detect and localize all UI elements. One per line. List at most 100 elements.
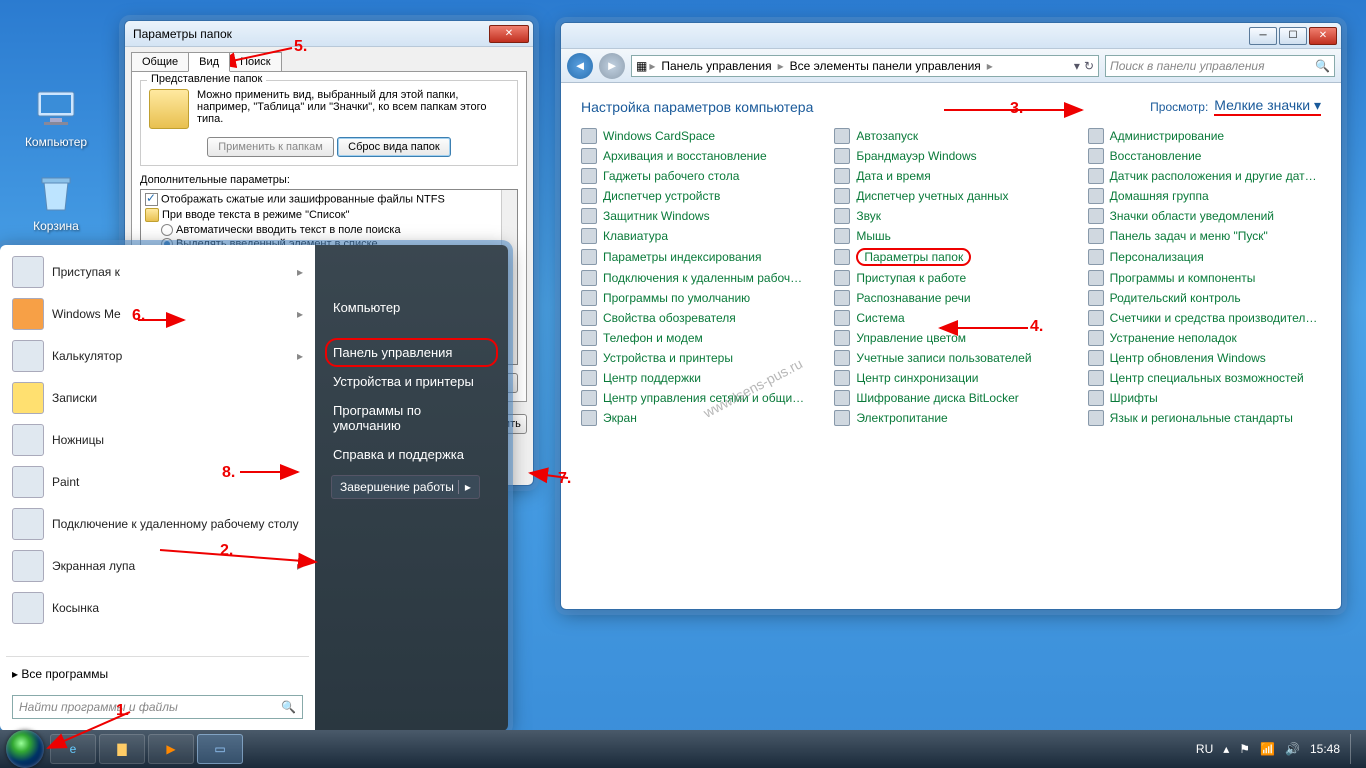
show-desktop-button[interactable] bbox=[1350, 734, 1360, 764]
start-search-input[interactable]: Найти программы и файлы🔍 bbox=[12, 695, 303, 719]
cp-item[interactable]: Телефон и модем bbox=[581, 328, 814, 348]
cp-view-dropdown[interactable]: Мелкие значки ▾ bbox=[1214, 97, 1321, 116]
cp-item[interactable]: Шрифты bbox=[1088, 388, 1321, 408]
cp-item[interactable]: Гаджеты рабочего стола bbox=[581, 166, 814, 186]
tray-sound-icon[interactable]: 🔊 bbox=[1285, 742, 1300, 756]
cp-item[interactable]: Звук bbox=[834, 206, 1067, 226]
cp-item[interactable]: Родительский контроль bbox=[1088, 288, 1321, 308]
cp-item-icon bbox=[1088, 188, 1104, 204]
tab-search[interactable]: Поиск bbox=[229, 52, 281, 72]
breadcrumb[interactable]: Панель управления bbox=[657, 59, 775, 73]
cp-item[interactable]: Приступая к работе bbox=[834, 268, 1067, 288]
reset-folders-button[interactable]: Сброс вида папок bbox=[337, 137, 451, 157]
cp-item[interactable]: Электропитание bbox=[834, 408, 1067, 428]
snip-icon bbox=[12, 424, 44, 456]
cp-item[interactable]: Свойства обозревателя bbox=[581, 308, 814, 328]
shutdown-button[interactable]: Завершение работы ▸ bbox=[331, 475, 480, 499]
cp-heading: Настройка параметров компьютера bbox=[581, 99, 813, 115]
cp-item[interactable]: Администрирование bbox=[1088, 126, 1321, 146]
start-right-control-panel[interactable]: Панель управления bbox=[325, 338, 498, 367]
start-item-snip[interactable]: Ножницы bbox=[6, 419, 309, 461]
cp-item[interactable]: Персонализация bbox=[1088, 246, 1321, 268]
cp-item[interactable]: Устранение неполадок bbox=[1088, 328, 1321, 348]
cp-item[interactable]: Центр специальных возможностей bbox=[1088, 368, 1321, 388]
desktop-icon-computer[interactable]: Компьютер bbox=[16, 84, 96, 149]
cp-item[interactable]: Домашняя группа bbox=[1088, 186, 1321, 206]
refresh-icon[interactable]: ↻ bbox=[1084, 59, 1094, 73]
start-item-media[interactable]: Windows Me▸ bbox=[6, 293, 309, 335]
cp-item[interactable]: Шифрование диска BitLocker bbox=[834, 388, 1067, 408]
desktop-icon-recycle[interactable]: Корзина bbox=[16, 168, 96, 233]
cp-item[interactable]: Датчик расположения и другие дат… bbox=[1088, 166, 1321, 186]
start-item-notes[interactable]: Записки bbox=[6, 377, 309, 419]
cp-item[interactable]: Программы по умолчанию bbox=[581, 288, 814, 308]
start-item-rdp[interactable]: Подключение к удаленному рабочему столу bbox=[6, 503, 309, 545]
cp-item[interactable]: Центр обновления Windows bbox=[1088, 348, 1321, 368]
cp-item[interactable]: Параметры папок bbox=[834, 246, 1067, 268]
cp-item[interactable]: Распознавание речи bbox=[834, 288, 1067, 308]
cp-item[interactable]: Клавиатура bbox=[581, 226, 814, 246]
nav-back-button[interactable]: ◄ bbox=[567, 53, 593, 79]
cp-search-input[interactable]: Поиск в панели управления 🔍 bbox=[1105, 55, 1335, 77]
nav-forward-button[interactable]: ► bbox=[599, 53, 625, 79]
cp-item[interactable]: Панель задач и меню "Пуск" bbox=[1088, 226, 1321, 246]
cp-item-label: Значки области уведомлений bbox=[1110, 209, 1274, 223]
dropdown-icon[interactable]: ▾ bbox=[1074, 59, 1080, 73]
start-right-help[interactable]: Справка и поддержка bbox=[325, 440, 498, 469]
tray-up-icon[interactable]: ▴ bbox=[1223, 742, 1229, 756]
cp-item-label: Распознавание речи bbox=[856, 291, 970, 305]
cp-item-label: Система bbox=[856, 311, 904, 325]
start-item-calc[interactable]: Калькулятор▸ bbox=[6, 335, 309, 377]
start-all-programs[interactable]: ▸ Все программы bbox=[6, 659, 309, 689]
start-right-defprog[interactable]: Программы по умолчанию bbox=[325, 396, 498, 440]
cp-item[interactable]: Счетчики и средства производител… bbox=[1088, 308, 1321, 328]
cp-item[interactable]: Программы и компоненты bbox=[1088, 268, 1321, 288]
taskbar-app[interactable]: ▭ bbox=[197, 734, 243, 764]
cp-item[interactable]: Управление цветом bbox=[834, 328, 1067, 348]
cp-item[interactable]: Центр синхронизации bbox=[834, 368, 1067, 388]
close-button[interactable]: ✕ bbox=[489, 25, 529, 43]
media-icon bbox=[12, 298, 44, 330]
start-item-solitaire[interactable]: Косынка bbox=[6, 587, 309, 629]
cp-item[interactable]: Учетные записи пользователей bbox=[834, 348, 1067, 368]
cp-item[interactable]: Экран bbox=[581, 408, 814, 428]
tray-clock[interactable]: 15:48 bbox=[1310, 742, 1340, 756]
cp-item[interactable]: Диспетчер учетных данных bbox=[834, 186, 1067, 206]
cp-item[interactable]: Брандмауэр Windows bbox=[834, 146, 1067, 166]
apply-to-folders-button[interactable]: Применить к папкам bbox=[207, 137, 334, 157]
start-item-magnifier[interactable]: Экранная лупа▸ bbox=[6, 545, 309, 587]
cp-item[interactable]: Автозапуск bbox=[834, 126, 1067, 146]
cp-item[interactable]: Архивация и восстановление bbox=[581, 146, 814, 166]
cp-item[interactable]: Параметры индексирования bbox=[581, 246, 814, 268]
start-right-devices[interactable]: Устройства и принтеры bbox=[325, 367, 498, 396]
cp-item[interactable]: Значки области уведомлений bbox=[1088, 206, 1321, 226]
cp-item[interactable]: Восстановление bbox=[1088, 146, 1321, 166]
start-item-paint[interactable]: Paint bbox=[6, 461, 309, 503]
start-right-computer[interactable]: Компьютер bbox=[325, 293, 498, 322]
cp-item-icon bbox=[581, 370, 597, 386]
cp-item[interactable]: Язык и региональные стандарты bbox=[1088, 408, 1321, 428]
close-button[interactable]: ✕ bbox=[1309, 27, 1337, 45]
taskbar-media[interactable]: ▶ bbox=[148, 734, 194, 764]
tray-flag-icon[interactable]: ⚑ bbox=[1239, 742, 1250, 756]
cp-item[interactable]: Подключения к удаленным рабоч… bbox=[581, 268, 814, 288]
maximize-button[interactable]: ☐ bbox=[1279, 27, 1307, 45]
start-orb[interactable] bbox=[6, 730, 44, 768]
cp-item[interactable]: Защитник Windows bbox=[581, 206, 814, 226]
cp-item[interactable]: Дата и время bbox=[834, 166, 1067, 186]
address-bar[interactable]: ▦ ▸ Панель управления ▸ Все элементы пан… bbox=[631, 55, 1099, 77]
tray-network-icon[interactable]: 📶 bbox=[1260, 742, 1275, 756]
cp-item[interactable]: Диспетчер устройств bbox=[581, 186, 814, 206]
start-item-getting-started[interactable]: Приступая к▸ bbox=[6, 251, 309, 293]
breadcrumb[interactable]: Все элементы панели управления bbox=[786, 59, 985, 73]
taskbar-ie[interactable]: e bbox=[50, 734, 96, 764]
cp-item[interactable]: Windows CardSpace bbox=[581, 126, 814, 146]
cp-item[interactable]: Мышь bbox=[834, 226, 1067, 246]
tray-lang[interactable]: RU bbox=[1196, 742, 1213, 756]
minimize-button[interactable]: ─ bbox=[1249, 27, 1277, 45]
taskbar-explorer[interactable]: ▇ bbox=[99, 734, 145, 764]
tab-view[interactable]: Вид bbox=[188, 52, 230, 72]
cp-item[interactable]: Система bbox=[834, 308, 1067, 328]
tab-general[interactable]: Общие bbox=[131, 52, 189, 72]
cp-item[interactable]: Центр управления сетями и общи… bbox=[581, 388, 814, 408]
